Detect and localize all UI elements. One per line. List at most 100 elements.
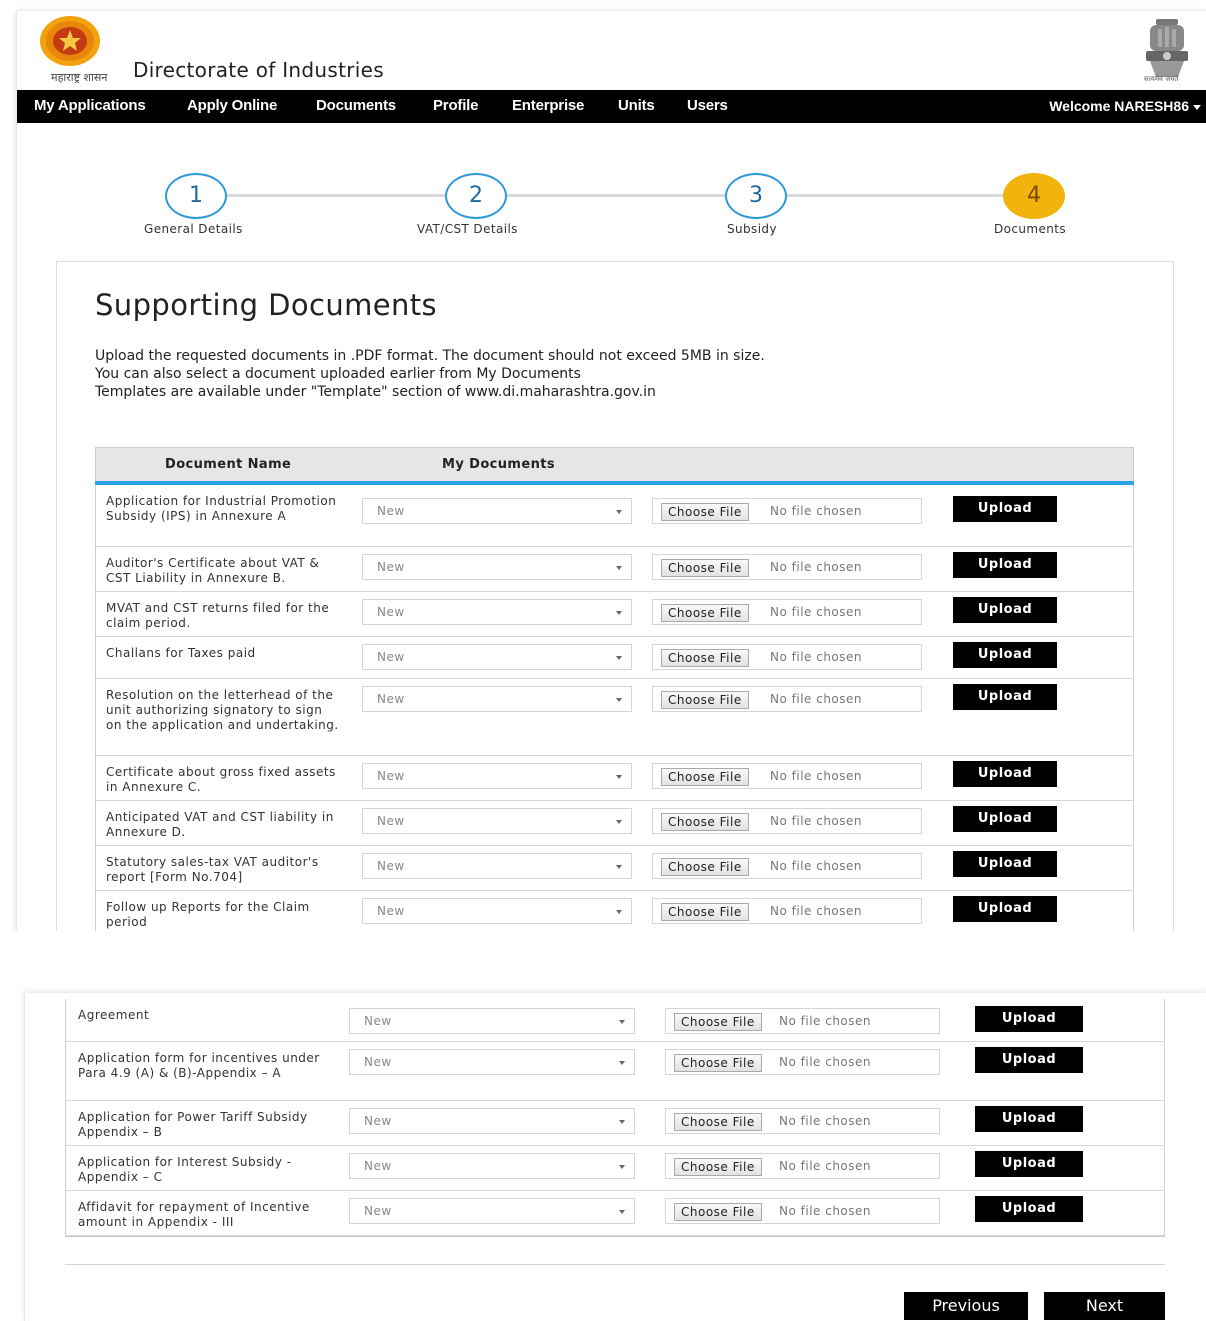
upload-button[interactable]: Upload	[953, 684, 1057, 710]
dropdown-arrow-icon	[616, 820, 622, 824]
nav-documents[interactable]: Documents	[316, 97, 396, 114]
user-menu[interactable]: Welcome NARESH86	[1049, 98, 1201, 114]
page-bottom-panel: Agreement New Choose File No file chosen Upl…	[24, 993, 1206, 1321]
step-3[interactable]: 3	[725, 173, 787, 219]
section-title: Supporting Documents	[95, 288, 438, 322]
file-input[interactable]: Choose File No file chosen	[652, 686, 922, 712]
step-2[interactable]: 2	[445, 173, 507, 219]
select-value: New	[377, 692, 405, 706]
choose-file-button[interactable]: Choose File	[661, 604, 749, 622]
nav-apply-online[interactable]: Apply Online	[187, 97, 277, 114]
step-label: General Details	[144, 222, 243, 236]
step-connector	[507, 194, 725, 197]
file-input[interactable]: Choose File No file chosen	[665, 1108, 940, 1134]
step-label: Documents	[994, 222, 1067, 236]
choose-file-button[interactable]: Choose File	[661, 691, 749, 709]
my-documents-select[interactable]: New	[362, 554, 632, 580]
choose-file-button[interactable]: Choose File	[674, 1054, 762, 1072]
choose-file-button[interactable]: Choose File	[661, 649, 749, 667]
file-input[interactable]: Choose File No file chosen	[652, 898, 922, 924]
choose-file-button[interactable]: Choose File	[674, 1158, 762, 1176]
file-input[interactable]: Choose File No file chosen	[652, 763, 922, 789]
upload-button[interactable]: Upload	[953, 552, 1057, 578]
my-documents-select[interactable]: New	[362, 763, 632, 789]
nav-units[interactable]: Units	[618, 97, 655, 114]
dropdown-arrow-icon	[619, 1120, 625, 1124]
no-file-text: No file chosen	[779, 1114, 872, 1128]
file-input[interactable]: Choose File No file chosen	[652, 853, 922, 879]
nav-users[interactable]: Users	[687, 97, 728, 114]
upload-button[interactable]: Upload	[953, 761, 1057, 787]
upload-button[interactable]: Upload	[975, 1047, 1083, 1073]
dropdown-arrow-icon	[619, 1061, 625, 1065]
file-input[interactable]: Choose File No file chosen	[652, 808, 922, 834]
select-value: New	[377, 904, 405, 918]
upload-button[interactable]: Upload	[953, 851, 1057, 877]
intro-line: Templates are available under "Template"…	[95, 384, 656, 400]
no-file-text: No file chosen	[770, 769, 863, 783]
select-value: New	[377, 504, 405, 518]
nav-enterprise[interactable]: Enterprise	[512, 97, 584, 114]
my-documents-select[interactable]: New	[349, 1008, 635, 1034]
upload-button[interactable]: Upload	[953, 806, 1057, 832]
page-top-panel: महाराष्ट्र शासन Directorate of Industrie…	[16, 10, 1206, 931]
file-input[interactable]: Choose File No file chosen	[652, 498, 922, 524]
nav-my-applications[interactable]: My Applications	[34, 97, 146, 114]
file-input[interactable]: Choose File No file chosen	[665, 1198, 940, 1224]
document-name: Application for Power Tariff Subsidy App…	[78, 1110, 308, 1139]
column-header: My Documents	[442, 457, 555, 472]
table-row: Statutory sales-tax VAT auditor's report…	[95, 846, 1134, 891]
dropdown-arrow-icon	[616, 698, 622, 702]
nav-profile[interactable]: Profile	[433, 97, 478, 114]
my-documents-select[interactable]: New	[362, 853, 632, 879]
previous-button[interactable]: Previous	[904, 1292, 1028, 1320]
step-number: 1	[165, 173, 227, 219]
choose-file-button[interactable]: Choose File	[674, 1013, 762, 1031]
step-4[interactable]: 4	[1003, 173, 1065, 219]
no-file-text: No file chosen	[779, 1159, 872, 1173]
choose-file-button[interactable]: Choose File	[661, 903, 749, 921]
choose-file-button[interactable]: Choose File	[661, 813, 749, 831]
choose-file-button[interactable]: Choose File	[674, 1203, 762, 1221]
choose-file-button[interactable]: Choose File	[674, 1113, 762, 1131]
select-value: New	[377, 605, 405, 619]
my-documents-select[interactable]: New	[362, 686, 632, 712]
upload-button[interactable]: Upload	[975, 1151, 1083, 1177]
upload-button[interactable]: Upload	[953, 642, 1057, 668]
my-documents-select[interactable]: New	[362, 808, 632, 834]
my-documents-select[interactable]: New	[362, 599, 632, 625]
my-documents-select[interactable]: New	[349, 1153, 635, 1179]
table-row: Challans for Taxes paid New Choose File No …	[95, 637, 1134, 679]
document-name: Application form for incentives under Pa…	[78, 1051, 320, 1080]
file-input[interactable]: Choose File No file chosen	[652, 644, 922, 670]
dropdown-arrow-icon	[619, 1020, 625, 1024]
step-label: Subsidy	[727, 222, 777, 236]
file-input[interactable]: Choose File No file chosen	[652, 599, 922, 625]
my-documents-select[interactable]: New	[349, 1198, 635, 1224]
upload-button[interactable]: Upload	[953, 896, 1057, 922]
upload-button[interactable]: Upload	[975, 1196, 1083, 1222]
file-input[interactable]: Choose File No file chosen	[665, 1008, 940, 1034]
choose-file-button[interactable]: Choose File	[661, 768, 749, 786]
document-name: Challans for Taxes paid	[106, 646, 256, 660]
my-documents-select[interactable]: New	[362, 644, 632, 670]
file-input[interactable]: Choose File No file chosen	[652, 554, 922, 580]
choose-file-button[interactable]: Choose File	[661, 503, 749, 521]
upload-button[interactable]: Upload	[953, 597, 1057, 623]
choose-file-button[interactable]: Choose File	[661, 858, 749, 876]
my-documents-select[interactable]: New	[349, 1049, 635, 1075]
choose-file-button[interactable]: Choose File	[661, 559, 749, 577]
step-connector	[227, 194, 445, 197]
my-documents-select[interactable]: New	[349, 1108, 635, 1134]
next-button[interactable]: Next	[1044, 1292, 1165, 1320]
file-input[interactable]: Choose File No file chosen	[665, 1153, 940, 1179]
upload-button[interactable]: Upload	[953, 496, 1057, 522]
my-documents-select[interactable]: New	[362, 898, 632, 924]
document-name: Resolution on the letterhead of the unit…	[106, 688, 339, 732]
file-input[interactable]: Choose File No file chosen	[665, 1049, 940, 1075]
upload-button[interactable]: Upload	[975, 1106, 1083, 1132]
step-1[interactable]: 1	[165, 173, 227, 219]
document-name: Statutory sales-tax VAT auditor's report…	[106, 855, 319, 884]
my-documents-select[interactable]: New	[362, 498, 632, 524]
upload-button[interactable]: Upload	[975, 1006, 1083, 1032]
